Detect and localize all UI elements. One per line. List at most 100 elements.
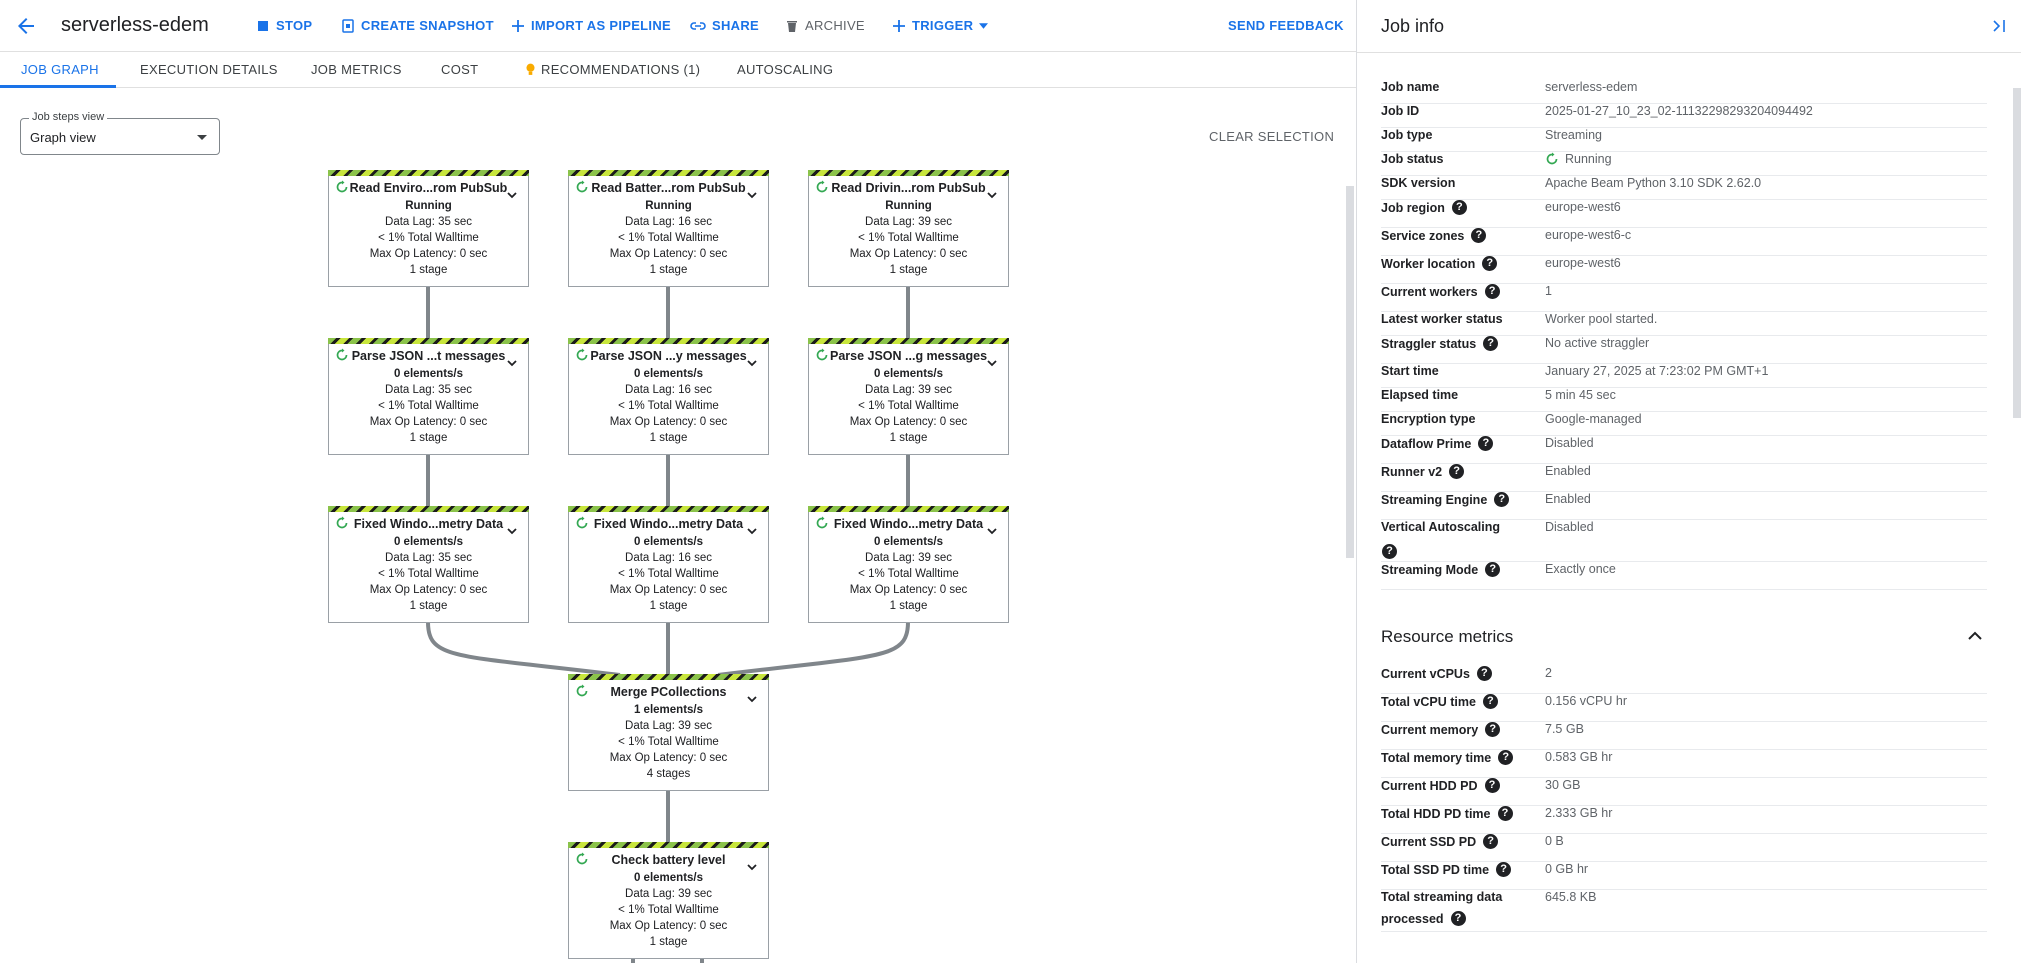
job-info-value: Streaming <box>1545 128 1602 142</box>
graph-node[interactable]: Parse JSON ...y messages 0 elements/s Data… <box>568 338 769 455</box>
resource-value: 2.333 GB hr <box>1545 806 1613 820</box>
job-steps-view-select[interactable]: Job steps view Graph view <box>20 111 220 155</box>
graph-scrollbar[interactable] <box>1346 186 1354 558</box>
create-snapshot-button[interactable]: CREATE SNAPSHOT <box>341 18 494 33</box>
job-header: serverless-edem STOP CREATE SNAPSHOT IMP… <box>0 0 1356 52</box>
help-icon[interactable]: ? <box>1451 200 1467 215</box>
tab-job-graph[interactable]: JOB GRAPH <box>21 62 99 77</box>
help-icon[interactable]: ? <box>1450 911 1466 926</box>
help-icon[interactable]: ? <box>1485 722 1501 737</box>
panel-scrollbar[interactable] <box>2013 88 2021 418</box>
share-button[interactable]: SHARE <box>690 18 759 33</box>
node-stat: Running <box>885 200 932 212</box>
back-arrow-icon[interactable] <box>14 14 38 38</box>
tab-execution-details[interactable]: EXECUTION DETAILS <box>140 62 278 77</box>
node-stat: 1 stage <box>649 936 688 948</box>
resource-value: 0 GB hr <box>1545 862 1589 876</box>
resource-metric-row: Total HDD PD time? 2.333 GB hr <box>1381 806 1987 834</box>
caret-down-icon <box>979 22 989 29</box>
node-stat: 4 stages <box>646 768 691 780</box>
graph-node[interactable]: Read Enviro...rom PubSub Running Data Lag:… <box>328 170 529 287</box>
expand-chevron-icon[interactable] <box>987 186 997 199</box>
expand-chevron-icon[interactable] <box>747 858 757 871</box>
expand-chevron-icon[interactable] <box>747 354 757 367</box>
expand-chevron-icon[interactable] <box>747 690 757 703</box>
help-icon[interactable]: ? <box>1496 862 1512 877</box>
graph-node[interactable]: Read Drivin...rom PubSub Running Data Lag:… <box>808 170 1009 287</box>
expand-chevron-icon[interactable] <box>747 522 757 535</box>
node-stat: Max Op Latency: 0 sec <box>849 584 968 596</box>
tab-cost[interactable]: COST <box>441 62 478 77</box>
help-icon[interactable]: ? <box>1494 492 1510 507</box>
help-icon[interactable]: ? <box>1484 284 1500 299</box>
resource-metric-row: Total vCPU time? 0.156 vCPU hr <box>1381 694 1987 722</box>
resource-value-wrap: 0 B <box>1545 834 1564 848</box>
import-as-pipeline-button[interactable]: IMPORT AS PIPELINE <box>511 18 671 33</box>
job-info-key-wrap: Latest worker status <box>1381 312 1503 326</box>
job-info-row: Runner v2? Enabled <box>1381 464 1987 492</box>
tab-job-metrics[interactable]: JOB METRICS <box>311 62 402 77</box>
clear-selection-button[interactable]: CLEAR SELECTION <box>1209 129 1334 144</box>
node-stat: 1 stage <box>889 264 928 276</box>
job-info-key-wrap: Job status <box>1381 152 1444 166</box>
expand-chevron-icon[interactable] <box>987 354 997 367</box>
help-icon[interactable]: ? <box>1382 544 1397 559</box>
resource-metric-row: Current HDD PD? 30 GB <box>1381 778 1987 806</box>
resource-value: 7.5 GB <box>1545 722 1584 736</box>
resource-value: 30 GB <box>1545 778 1581 792</box>
resource-metric-row: Total streaming data processed? 645.8 KB <box>1381 890 1987 932</box>
expand-chevron-icon[interactable] <box>507 186 517 199</box>
expand-chevron-icon[interactable] <box>747 186 757 199</box>
send-feedback-button[interactable]: SEND FEEDBACK <box>1228 18 1344 33</box>
help-icon[interactable]: ? <box>1482 694 1498 709</box>
graph-node[interactable]: Fixed Windo...metry Data 0 elements/s Data… <box>808 506 1009 623</box>
tab-autoscaling[interactable]: AUTOSCALING <box>737 62 833 77</box>
archive-button[interactable]: ARCHIVE <box>785 18 865 33</box>
node-title: Parse JSON ...y messages <box>590 349 747 363</box>
resource-value-wrap: 645.8 KB <box>1545 890 1596 904</box>
job-info-key-wrap: Job region? <box>1381 200 1467 215</box>
help-icon[interactable]: ? <box>1471 228 1487 243</box>
expand-chevron-icon[interactable] <box>507 522 517 535</box>
graph-node[interactable]: Fixed Windo...metry Data 0 elements/s Data… <box>328 506 529 623</box>
status-stripe <box>328 506 529 512</box>
collapse-panel-icon[interactable] <box>1991 18 2007 34</box>
status-stripe <box>568 842 769 848</box>
trigger-button[interactable]: TRIGGER <box>892 18 989 33</box>
job-info-value: 5 min 45 sec <box>1545 388 1616 402</box>
stop-button[interactable]: STOP <box>256 18 312 33</box>
expand-chevron-icon[interactable] <box>507 354 517 367</box>
help-icon[interactable]: ? <box>1449 464 1465 479</box>
help-icon[interactable]: ? <box>1485 562 1501 577</box>
help-icon[interactable]: ? <box>1497 806 1513 821</box>
job-info-value-wrap: serverless-edem <box>1545 80 1637 94</box>
graph-node[interactable]: Fixed Windo...metry Data 0 elements/s Data… <box>568 506 769 623</box>
graph-node[interactable]: Read Batter...rom PubSub Running Data Lag:… <box>568 170 769 287</box>
help-icon[interactable]: ? <box>1484 778 1500 793</box>
job-info-value-wrap: No active straggler <box>1545 336 1649 350</box>
job-info-key-wrap: Job name <box>1381 80 1439 94</box>
graph-node[interactable]: Check battery level 0 elements/s Data Lag:… <box>568 842 769 959</box>
status-stripe <box>568 506 769 512</box>
expand-chevron-icon[interactable] <box>987 522 997 535</box>
job-info-key: Worker location <box>1381 256 1476 271</box>
resource-key: Total memory time <box>1381 750 1492 765</box>
graph-node[interactable]: Parse JSON ...t messages 0 elements/s Data… <box>328 338 529 455</box>
job-info-row: Service zones? europe-west6-c <box>1381 228 1987 256</box>
job-info-key: Latest worker status <box>1381 312 1503 326</box>
help-icon[interactable]: ? <box>1483 336 1499 351</box>
help-icon[interactable]: ? <box>1476 666 1492 681</box>
help-icon[interactable]: ? <box>1482 256 1498 271</box>
help-icon[interactable]: ? <box>1478 436 1494 451</box>
job-info-value: europe-west6-c <box>1545 228 1632 242</box>
help-icon[interactable]: ? <box>1483 834 1499 849</box>
graph-node[interactable]: Merge PCollections 1 elements/s Data Lag: … <box>568 674 769 791</box>
help-icon[interactable]: ? <box>1498 750 1514 765</box>
resource-metric-row: Total SSD PD time? 0 GB hr <box>1381 862 1987 890</box>
job-info-key-wrap: Current workers? <box>1381 284 1500 299</box>
tab-recommendations[interactable]: RECOMMENDATIONS (1) <box>526 62 700 77</box>
job-steps-view-label: Job steps view <box>29 111 108 123</box>
chevron-up-icon[interactable] <box>1967 630 1983 640</box>
node-stat: < 1% Total Walltime <box>378 400 479 412</box>
graph-node[interactable]: Parse JSON ...g messages 0 elements/s Data… <box>808 338 1009 455</box>
